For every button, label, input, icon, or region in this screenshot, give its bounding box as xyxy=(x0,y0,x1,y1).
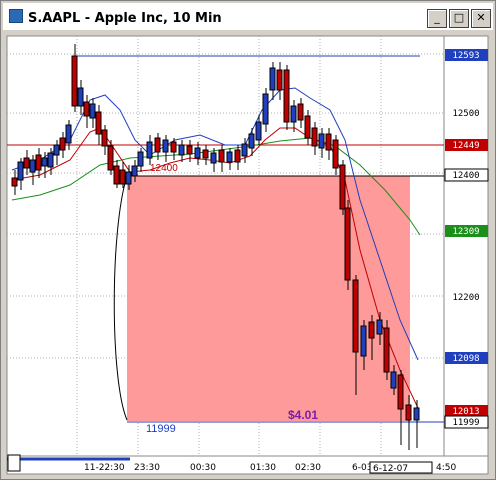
time-label: 00:30 xyxy=(190,463,216,473)
time-label: 01:30 xyxy=(250,463,276,473)
price-tag-12449: 12449 xyxy=(452,141,479,151)
low-label: 11999 xyxy=(146,423,176,435)
price-tag-11999: 11999 xyxy=(452,418,479,428)
time-label: 11-22:30 xyxy=(84,463,125,473)
price-axis-panel xyxy=(443,35,489,457)
time-label: 02:30 xyxy=(295,463,321,473)
price-chart[interactable]: 12400 11999 $4.01 12593 12500 12449 1240… xyxy=(0,0,496,480)
time-label: 23:30 xyxy=(134,463,160,473)
current-time-label: 4:50 xyxy=(436,463,456,473)
time-axis: 11-22:30 23:30 00:30 01:30 02:30 6-03 6-… xyxy=(84,461,456,474)
trade-zone xyxy=(127,176,410,421)
price-tick-12500: 12500 xyxy=(452,109,479,119)
price-tag-12400: 12400 xyxy=(452,171,479,181)
price-tag-12309: 12309 xyxy=(452,227,479,237)
price-tag-12593: 12593 xyxy=(452,51,479,61)
price-tick-12200: 12200 xyxy=(452,293,479,303)
price-tag-12098: 12098 xyxy=(452,354,479,364)
gain-label: $4.01 xyxy=(288,408,318,422)
current-date-label: 6-12-07 xyxy=(373,464,408,474)
time-label: 6-03 xyxy=(352,463,372,473)
level-label: 12400 xyxy=(150,163,178,174)
scroll-handle[interactable] xyxy=(7,454,21,472)
